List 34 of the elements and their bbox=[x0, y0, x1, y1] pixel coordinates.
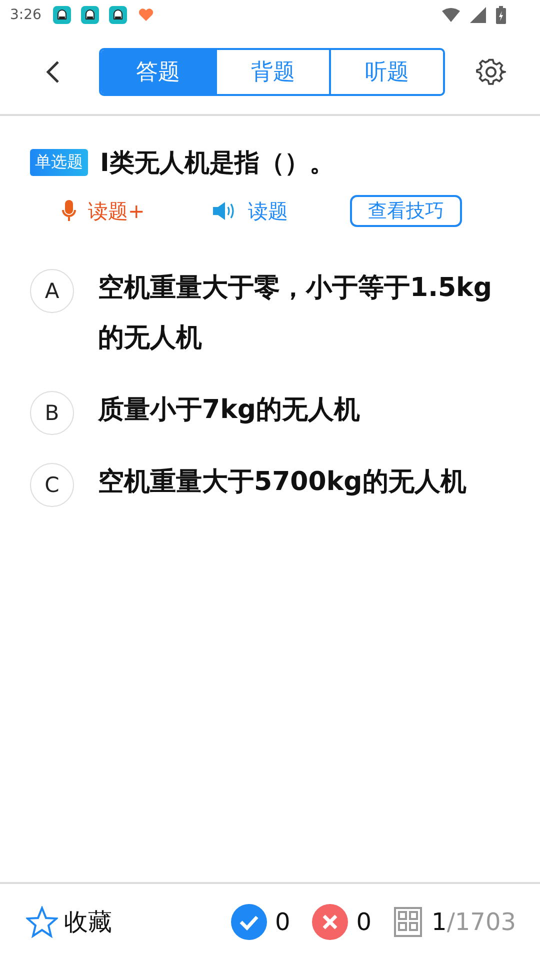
option-letter[interactable]: B bbox=[30, 391, 74, 435]
signal-icon bbox=[470, 7, 486, 23]
wrong-count: 0 bbox=[356, 908, 372, 936]
view-tips-button[interactable]: 查看技巧 bbox=[350, 195, 462, 227]
app-notification-icon bbox=[81, 6, 100, 24]
current-question-number: 1 bbox=[432, 908, 447, 936]
total-question-count: /1703 bbox=[446, 908, 516, 936]
battery-icon bbox=[496, 6, 506, 24]
heart-icon bbox=[137, 6, 156, 24]
option-letter[interactable]: C bbox=[30, 463, 74, 507]
favorite-button[interactable]: 收藏 bbox=[26, 906, 112, 938]
app-notification-icon bbox=[53, 6, 72, 24]
microphone-icon bbox=[62, 200, 76, 222]
option-text[interactable]: 空机重量大于5700kg的无人机 bbox=[98, 457, 466, 507]
star-icon bbox=[26, 906, 58, 938]
option-text[interactable]: 空机重量大于零，小于等于1.5kg的无人机 bbox=[98, 263, 500, 363]
app-notification-icon bbox=[109, 6, 128, 24]
wifi-icon bbox=[442, 8, 460, 22]
question-text: I类无人机是指（）。 bbox=[100, 147, 334, 179]
tab[interactable]: 听题 bbox=[329, 50, 443, 94]
voice-read-button[interactable]: 读题+ bbox=[62, 198, 212, 224]
grid-icon[interactable] bbox=[394, 907, 422, 937]
question-type-badge: 单选题 bbox=[30, 149, 88, 176]
correct-icon bbox=[230, 904, 267, 940]
correct-count: 0 bbox=[274, 908, 290, 936]
speaker-icon bbox=[212, 201, 236, 221]
back-icon[interactable] bbox=[46, 60, 60, 84]
settings-icon[interactable] bbox=[476, 57, 506, 87]
read-aloud-button[interactable]: 读题 bbox=[212, 198, 350, 224]
option-text[interactable]: 质量小于7kg的无人机 bbox=[98, 385, 360, 435]
tab[interactable]: 答题 bbox=[101, 50, 215, 94]
status-time: 3:26 bbox=[10, 7, 42, 23]
wrong-icon bbox=[312, 904, 348, 940]
option-letter[interactable]: A bbox=[30, 269, 74, 313]
